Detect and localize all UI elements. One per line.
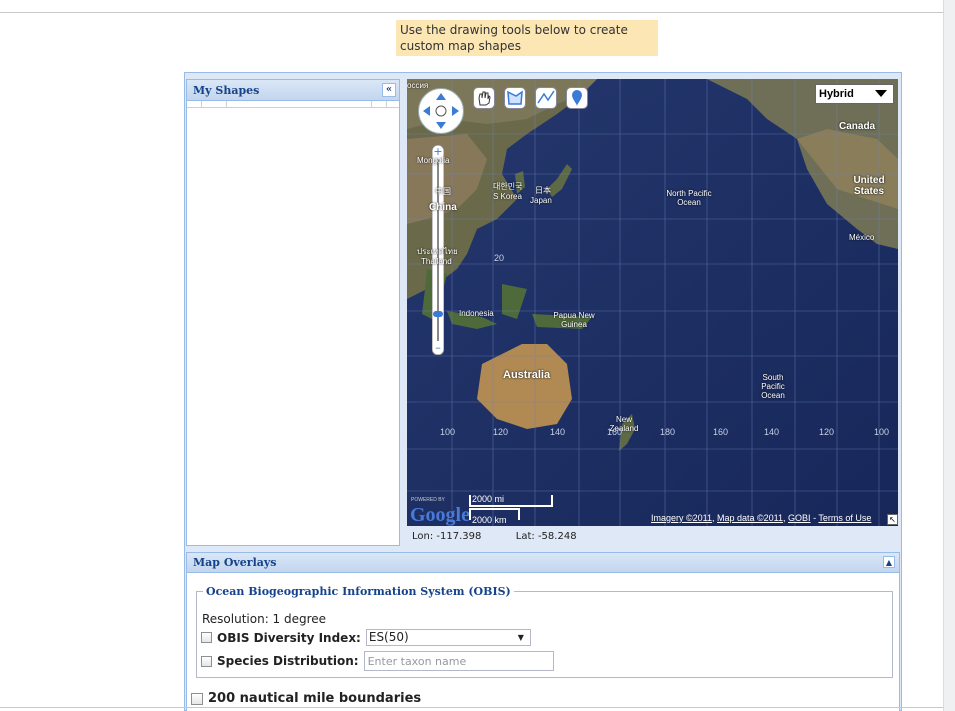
column-header[interactable] xyxy=(227,101,372,107)
obis-legend: Ocean Biogeographic Information System (… xyxy=(206,585,511,598)
zoom-out-icon[interactable]: – xyxy=(435,341,441,354)
terms-link[interactable]: Terms of Use xyxy=(818,513,871,523)
resolution-text: Resolution: 1 degree xyxy=(202,612,327,626)
obis-diversity-checkbox[interactable] xyxy=(201,632,212,643)
hand-tool-icon xyxy=(478,91,491,106)
longitude-label: 160 xyxy=(607,427,623,437)
gobi-link[interactable]: GOBI xyxy=(788,513,811,523)
map-label-north-pacific: North Pacific Ocean xyxy=(666,189,712,207)
nautical-boundaries-checkbox[interactable] xyxy=(191,692,203,705)
select-arrow-icon: ▼ xyxy=(517,633,524,642)
pan-arrows-icon xyxy=(423,93,459,129)
map-type-value: Hybrid xyxy=(819,88,854,100)
obis-diversity-row: OBIS Diversity Index: ES(50) ▼ xyxy=(201,629,531,646)
overview-toggle-icon[interactable]: ↖ xyxy=(887,514,898,525)
shapes-column-headers xyxy=(187,101,399,108)
lat-label: Lat: xyxy=(515,531,535,542)
map-overlays-body: Ocean Biogeographic Information System (… xyxy=(186,573,900,711)
map-label-korea-kr: 대한민국 xyxy=(493,182,523,191)
map-label-mongolia: Mongolia xyxy=(417,156,450,165)
dropdown-arrow-icon xyxy=(875,90,887,97)
polygon-tool-button[interactable] xyxy=(504,87,526,109)
collapse-icon[interactable]: « xyxy=(382,83,396,97)
longitude-label: 120 xyxy=(493,427,509,437)
map-label-russia: оссия xyxy=(407,81,429,90)
map-data-link[interactable]: Map data ©2011 xyxy=(717,513,783,523)
diversity-index-select[interactable]: ES(50) ▼ xyxy=(365,629,531,646)
map-label-china-cn: 中国 xyxy=(435,187,451,196)
my-shapes-title: My Shapes xyxy=(193,84,260,97)
google-logo[interactable]: Google xyxy=(410,504,470,526)
map-label-china: China xyxy=(429,202,457,213)
map-label-south-pacific: South Pacific Ocean xyxy=(761,373,785,400)
taxon-input[interactable] xyxy=(363,651,554,671)
map-label-mexico: México xyxy=(849,233,875,242)
longitude-label: 140 xyxy=(550,427,566,437)
longitude-label: 100 xyxy=(440,427,456,437)
lon-label: Lon: xyxy=(412,531,434,542)
map-type-dropdown[interactable]: Hybrid xyxy=(815,84,894,104)
longitude-label: 100 xyxy=(874,427,890,437)
obis-fieldset: Ocean Biogeographic Information System (… xyxy=(196,585,893,678)
column-header[interactable] xyxy=(372,101,387,107)
lat-value: -58.248 xyxy=(537,531,577,542)
latitude-label: 20 xyxy=(494,253,505,263)
map-overlays-header: Map Overlays ▲ xyxy=(186,552,900,573)
obis-diversity-label: OBIS Diversity Index: xyxy=(217,630,361,645)
top-divider xyxy=(0,12,943,13)
longitude-label: 160 xyxy=(713,427,729,437)
map-label-thailand: Thailand xyxy=(421,257,452,266)
coordinates-readout: Lon: -117.398 Lat: -58.248 xyxy=(407,527,898,546)
map-label-japan-jp: 日本 xyxy=(535,186,551,195)
scrollbar[interactable] xyxy=(943,0,955,711)
column-header[interactable] xyxy=(202,101,227,107)
scale-km: 2000 km xyxy=(472,515,507,525)
marker-tool-button[interactable] xyxy=(566,87,588,109)
map-label-indonesia: Indonesia xyxy=(459,309,494,318)
satellite-imagery xyxy=(407,79,898,526)
diversity-index-value: ES(50) xyxy=(368,630,409,644)
nautical-boundaries-label: 200 nautical mile boundaries xyxy=(208,691,422,706)
map-canvas[interactable]: Hybrid + – оссия Mongolia 中国 China 대한민국 … xyxy=(407,79,898,526)
zoom-thumb[interactable] xyxy=(433,311,443,317)
map-overlays-title: Map Overlays xyxy=(193,556,277,569)
powered-by: POWERED BY xyxy=(411,497,445,503)
lon-value: -117.398 xyxy=(436,531,482,542)
collapse-up-icon[interactable]: ▲ xyxy=(883,556,895,568)
map-label-australia: Australia xyxy=(503,369,551,381)
longitude-label: 120 xyxy=(819,427,835,437)
scale-miles: 2000 mi xyxy=(472,494,505,504)
pan-control[interactable] xyxy=(418,88,464,134)
species-checkbox[interactable] xyxy=(201,655,212,667)
line-tool-button[interactable] xyxy=(535,87,557,109)
column-header[interactable] xyxy=(187,101,202,107)
drawing-hint: Use the drawing tools below to create cu… xyxy=(396,20,658,56)
nautical-boundaries-row: 200 nautical mile boundaries xyxy=(191,691,421,706)
bottom-divider xyxy=(0,707,943,708)
my-shapes-header: My Shapes « xyxy=(187,80,399,101)
map-label-korea: S Korea xyxy=(493,192,522,201)
map-label-japan: Japan xyxy=(530,196,552,205)
polygon-tool-icon xyxy=(507,90,523,105)
my-shapes-panel: My Shapes « xyxy=(186,79,400,546)
map-label-canada: Canada xyxy=(839,121,876,132)
longitude-label: 140 xyxy=(764,427,780,437)
hand-tool-button[interactable] xyxy=(473,87,495,109)
map-label-united-states: United States xyxy=(853,175,885,197)
map-credits: Imagery ©2011, Map data ©2011, GOBI - Te… xyxy=(651,513,872,523)
species-label: Species Distribution: xyxy=(217,654,359,668)
line-tool-icon xyxy=(537,90,555,104)
marker-tool-icon xyxy=(572,90,582,106)
species-row: Species Distribution: xyxy=(201,651,554,671)
imagery-link[interactable]: Imagery ©2011 xyxy=(651,513,712,523)
longitude-label: 180 xyxy=(660,427,676,437)
map-label-png: Papua New Guinea xyxy=(553,311,595,329)
